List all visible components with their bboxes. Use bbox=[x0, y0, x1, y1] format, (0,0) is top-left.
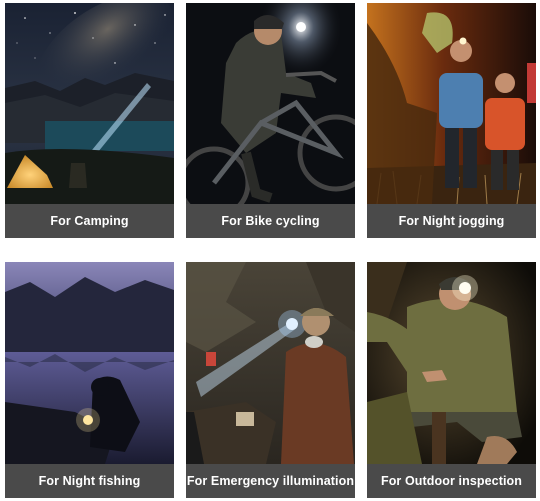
caption-emergency-illumination: For Emergency illumination bbox=[186, 464, 355, 498]
bike-cyclist-photo bbox=[186, 3, 355, 204]
cave-inspection-photo bbox=[367, 262, 536, 464]
tile-night-jogging: For Night jogging bbox=[367, 3, 536, 238]
caption-night-fishing: For Night fishing bbox=[5, 464, 174, 498]
caption-camping: For Camping bbox=[5, 204, 174, 238]
starry-night-camp-photo bbox=[5, 3, 174, 204]
caption-outdoor-inspection: For Outdoor inspection bbox=[367, 464, 536, 498]
lake-fishing-photo bbox=[5, 262, 174, 464]
caption-night-jogging: For Night jogging bbox=[367, 204, 536, 238]
tile-night-fishing: For Night fishing bbox=[5, 262, 174, 498]
use-case-grid: For Camping For Bike cycling For Night j… bbox=[0, 0, 540, 501]
tile-emergency-illumination: For Emergency illumination bbox=[186, 262, 355, 498]
tile-outdoor-inspection: For Outdoor inspection bbox=[367, 262, 536, 498]
tile-bike-cycling: For Bike cycling bbox=[186, 3, 355, 238]
night-joggers-photo bbox=[367, 3, 536, 204]
caption-bike-cycling: For Bike cycling bbox=[186, 204, 355, 238]
tile-camping: For Camping bbox=[5, 3, 174, 238]
quarry-worker-photo bbox=[186, 262, 355, 464]
